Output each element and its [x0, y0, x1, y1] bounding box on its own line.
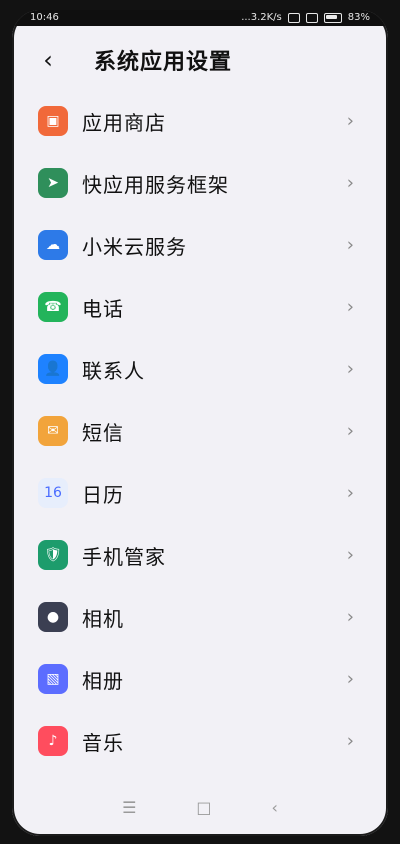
phone-icon: ☎	[38, 292, 68, 322]
list-item-label: 快应用服务框架	[82, 172, 229, 197]
calendar-icon: 16	[38, 478, 68, 508]
status-right: ...3.2K/s 83%	[241, 10, 370, 26]
list-item-label: 联系人	[82, 358, 145, 383]
chevron-right-icon: ›	[346, 730, 354, 752]
status-time: 10:46	[30, 12, 59, 23]
list-item-label: 短信	[82, 420, 124, 445]
navigation-bar: ☰ □ ‹	[12, 796, 388, 818]
list-item[interactable]: 🛡 手机管家 ›	[12, 524, 388, 586]
chevron-right-icon: ›	[346, 234, 354, 256]
signal-icon	[287, 13, 300, 23]
chevron-right-icon: ›	[346, 172, 354, 194]
list-item-label: 应用商店	[82, 110, 166, 135]
settings-list: ▣ 应用商店 › ➤ 快应用服务框架 › ☁ 小米云服务 › ☎ 电话 › 👤 联系人 › ✉ 短信 › 16 日历 ›…	[12, 90, 388, 772]
header: ‹ 系统应用设置	[12, 30, 388, 90]
status-bar: 10:46 ...3.2K/s 83%	[12, 10, 388, 26]
list-item[interactable]: ➤ 快应用服务框架 ›	[12, 152, 388, 214]
chevron-right-icon: ›	[346, 110, 354, 132]
list-item[interactable]: ● 相机 ›	[12, 586, 388, 648]
contacts-icon: 👤	[38, 354, 68, 384]
list-item-label: 音乐	[82, 730, 124, 755]
app-store-icon: ▣	[38, 106, 68, 136]
list-item-label: 手机管家	[82, 544, 166, 569]
chevron-right-icon: ›	[346, 544, 354, 566]
chevron-right-icon: ›	[346, 358, 354, 380]
chevron-right-icon: ›	[346, 668, 354, 690]
network-speed: ...3.2K/s	[241, 12, 282, 23]
chevron-right-icon: ›	[346, 296, 354, 318]
list-item-label: 相机	[82, 606, 124, 631]
phone-screen: 10:46 ...3.2K/s 83% ‹ 系统应用设置 ▣ 应用商店 › ➤ 快应用服…	[12, 10, 388, 836]
battery-percent: 83%	[347, 12, 370, 23]
list-item[interactable]: 👤 联系人 ›	[12, 338, 388, 400]
list-item[interactable]: ☁ 小米云服务 ›	[12, 214, 388, 276]
list-item[interactable]: ✉ 短信 ›	[12, 400, 388, 462]
list-item-label: 小米云服务	[82, 234, 187, 259]
page-title: 系统应用设置	[94, 50, 233, 75]
security-icon: 🛡	[38, 540, 68, 570]
message-icon: ✉	[38, 416, 68, 446]
music-icon: ♪	[38, 726, 68, 756]
battery-icon	[323, 13, 342, 23]
chevron-right-icon: ›	[346, 606, 354, 628]
list-item-label: 日历	[82, 482, 124, 507]
camera-icon: ●	[38, 602, 68, 632]
back-icon[interactable]: ‹	[28, 40, 68, 80]
quick-app-icon: ➤	[38, 168, 68, 198]
chevron-right-icon: ›	[346, 420, 354, 442]
list-item[interactable]: ▧ 相册 ›	[12, 648, 388, 710]
chevron-right-icon: ›	[346, 482, 354, 504]
list-item-label: 电话	[82, 296, 124, 321]
list-item[interactable]: ☎ 电话 ›	[12, 276, 388, 338]
home-icon[interactable]: □	[196, 798, 211, 817]
back-icon[interactable]: ‹	[272, 798, 278, 817]
list-item[interactable]: 16 日历 ›	[12, 462, 388, 524]
gallery-icon: ▧	[38, 664, 68, 694]
menu-icon[interactable]: ☰	[122, 798, 136, 817]
list-item-label: 相册	[82, 668, 124, 693]
wifi-icon	[305, 13, 318, 23]
list-item[interactable]: ▣ 应用商店 ›	[12, 90, 388, 152]
list-item[interactable]: ♪ 音乐 ›	[12, 710, 388, 772]
cloud-icon: ☁	[38, 230, 68, 260]
